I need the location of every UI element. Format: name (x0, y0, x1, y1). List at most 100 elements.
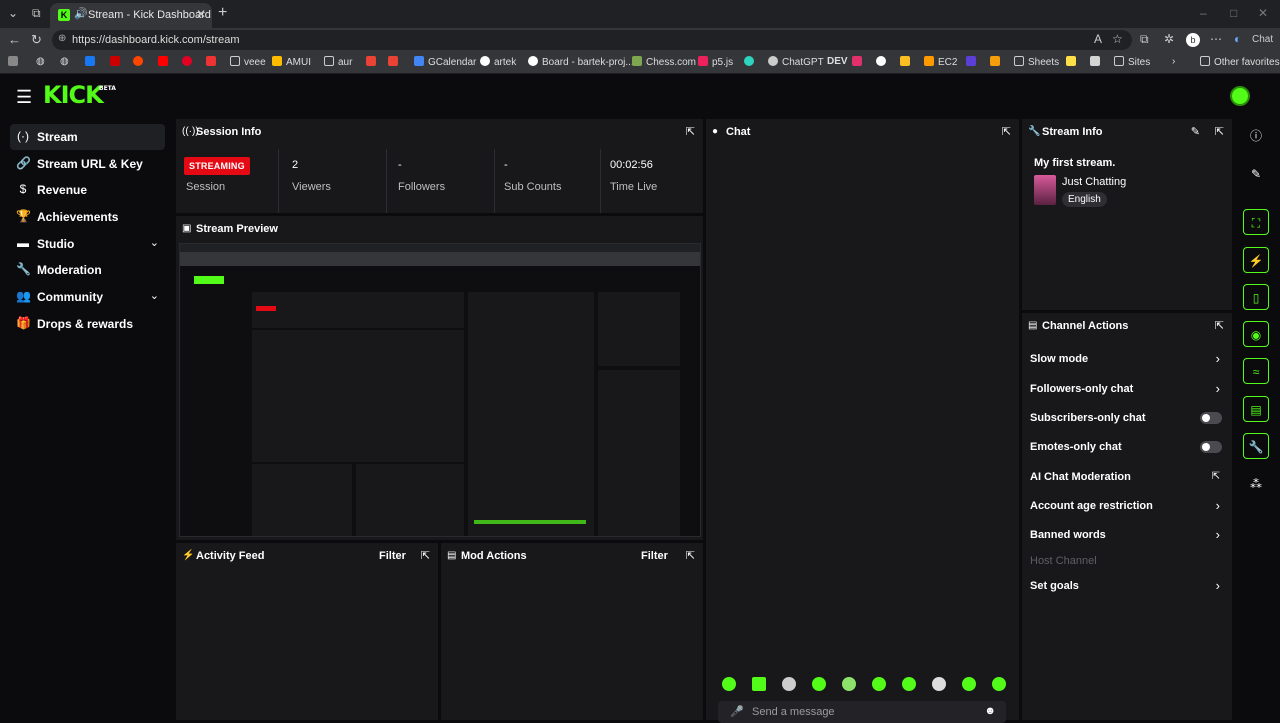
maximize-icon[interactable]: □ (1230, 6, 1237, 20)
gmail-icon[interactable] (366, 56, 380, 68)
window-close-icon[interactable]: ✕ (1258, 6, 1268, 20)
sidebar-item-moderation[interactable]: 🔧 Moderation (10, 257, 165, 283)
popout-icon[interactable]: ⇱ (1215, 319, 1224, 332)
hamburger-menu-icon[interactable]: ☰ (16, 87, 32, 108)
emote-icon[interactable] (752, 677, 766, 691)
emote-icon[interactable] (962, 677, 976, 691)
wrench-icon[interactable]: 🔧 (1243, 433, 1269, 459)
sidebar-item-community[interactable]: 👥 Community ⌄ (10, 284, 165, 310)
bookmark-x-icon[interactable] (1066, 56, 1080, 68)
tab-close-icon[interactable]: ✕ (196, 7, 206, 21)
sidebar-item-stream-url-key[interactable]: 🔗 Stream URL & Key (10, 151, 165, 177)
globe-icon[interactable]: ◍ (36, 56, 45, 67)
subscribers-only-toggle[interactable] (1200, 412, 1222, 424)
emote-icon[interactable] (812, 677, 826, 691)
user-avatar[interactable] (1230, 86, 1250, 106)
channel-action-account-age[interactable]: Account age restriction › (1030, 494, 1224, 520)
bookmark-yellow-icon[interactable] (900, 56, 914, 68)
bookmark-dev[interactable]: DEV (827, 56, 848, 67)
workspaces-icon[interactable]: ⧉ (32, 6, 41, 21)
reload-icon[interactable]: ↻ (31, 32, 42, 48)
stream-preview-video[interactable] (179, 243, 701, 537)
copilot-icon[interactable]: ◐ (1234, 32, 1241, 46)
kick-logo[interactable]: KICK BETA (43, 81, 116, 109)
sidebar-item-achievements[interactable]: 🏆 Achievements (10, 204, 165, 230)
address-bar[interactable]: ⊕ https://dashboard.kick.com/stream (52, 30, 1132, 50)
bookmark-chess[interactable]: Chess.com (632, 56, 696, 68)
bookmark-p5js[interactable]: p5.js (698, 56, 733, 68)
info-icon[interactable]: ⓘ (1243, 123, 1269, 149)
new-tab-button[interactable]: + (218, 4, 227, 22)
bookmark-artek[interactable]: artek (480, 56, 516, 68)
popout-icon[interactable]: ⇱ (1215, 125, 1224, 138)
instagram-icon[interactable] (852, 56, 866, 68)
edit-icon[interactable]: ✎ (1243, 161, 1269, 187)
sidebar-item-revenue[interactable]: $ Revenue (10, 177, 165, 203)
bookmark-icon-a[interactable] (8, 56, 22, 68)
read-aloud-icon[interactable]: A (1094, 32, 1102, 46)
reddit-icon[interactable] (133, 56, 147, 68)
screenshot-icon[interactable]: ⛶ (1243, 209, 1269, 235)
minimize-icon[interactable]: – (1200, 6, 1207, 20)
bookmark-gcalendar[interactable]: GCalendar (414, 56, 476, 68)
facebook-icon[interactable] (85, 56, 99, 68)
bookmark-pen-icon[interactable] (206, 56, 220, 68)
more-menu-icon[interactable]: ⋯ (1210, 32, 1222, 46)
bookmark-sheets[interactable]: Sheets (1014, 56, 1059, 68)
broadcast-icon[interactable]: ≈ (1243, 358, 1269, 384)
bookmark-veee[interactable]: veee (230, 56, 266, 68)
audio-playing-icon[interactable]: 🔊 (74, 7, 88, 20)
filter-button[interactable]: Filter (379, 550, 406, 562)
bookmark-chatgpt[interactable]: ChatGPT (768, 56, 824, 68)
channel-action-slow-mode[interactable]: Slow mode › (1030, 347, 1224, 373)
back-icon[interactable]: ← (8, 32, 21, 47)
emote-icon[interactable] (842, 677, 856, 691)
filter-button[interactable]: Filter (641, 550, 668, 562)
emoji-icon[interactable]: ☻ (984, 705, 996, 717)
tab-search-icon[interactable]: ⌄ (8, 6, 18, 20)
emote-icon[interactable] (722, 677, 736, 691)
chat-bubble-icon[interactable]: ◉ (1243, 321, 1269, 347)
popout-icon[interactable]: ⇱ (686, 125, 695, 138)
gmail-icon-2[interactable] (388, 56, 402, 68)
youtube-icon[interactable] (158, 56, 172, 68)
profile-icon[interactable]: b (1186, 33, 1200, 47)
extensions-icon[interactable]: ✲ (1164, 32, 1174, 46)
globe-icon-2[interactable]: ◍ (60, 56, 69, 67)
bookmark-other-favorites[interactable]: Other favorites (1200, 56, 1280, 68)
lightning-icon[interactable]: ⚡ (1243, 247, 1269, 273)
pinterest-icon[interactable] (182, 56, 196, 68)
bookmark-ec2[interactable]: EC2 (924, 56, 957, 68)
document-icon[interactable]: ▯ (1243, 284, 1269, 310)
github-icon[interactable] (876, 56, 890, 68)
favorite-star-icon[interactable]: ☆ (1112, 32, 1123, 46)
chat-label[interactable]: Chat (1252, 34, 1273, 45)
emote-icon[interactable] (932, 677, 946, 691)
channel-action-ai-moderation[interactable]: AI Chat Moderation ⇱ (1030, 465, 1224, 491)
popout-icon[interactable]: ⇱ (421, 549, 430, 562)
bookmark-vm-icon[interactable] (966, 56, 980, 68)
emote-icon[interactable] (902, 677, 916, 691)
microphone-icon[interactable]: 🎤 (730, 705, 744, 718)
bookmark-orange-icon[interactable] (990, 56, 1004, 68)
split-screen-icon[interactable]: ⧉ (1140, 32, 1149, 47)
sidebar-item-stream[interactable]: (·) Stream (10, 124, 165, 150)
bookmark-grey-icon[interactable] (1090, 56, 1104, 68)
bookmark-chevron-icon[interactable]: › (1172, 56, 1175, 67)
edit-pencil-icon[interactable]: ✎ (1191, 125, 1200, 138)
sidebar-item-studio[interactable]: ▬ Studio ⌄ (10, 231, 165, 257)
emote-icon[interactable] (782, 677, 796, 691)
list-icon[interactable]: ▤ (1243, 396, 1269, 422)
bookmark-board[interactable]: Board - bartek-proj... (528, 56, 634, 68)
bookmark-amui[interactable]: AMUI (272, 56, 311, 68)
bookmark-aur[interactable]: aur (324, 56, 352, 68)
add-panel-icon[interactable]: ⁂ (1243, 471, 1269, 497)
emote-icon[interactable] (872, 677, 886, 691)
bookmark-red-icon[interactable] (110, 56, 124, 68)
bookmark-cyan-icon[interactable] (744, 56, 758, 68)
popout-icon[interactable]: ⇱ (686, 549, 695, 562)
emotes-only-toggle[interactable] (1200, 441, 1222, 453)
site-info-icon[interactable]: ⊕ (58, 33, 66, 44)
channel-action-banned-words[interactable]: Banned words › (1030, 523, 1224, 549)
bookmark-sites[interactable]: Sites (1114, 56, 1150, 68)
